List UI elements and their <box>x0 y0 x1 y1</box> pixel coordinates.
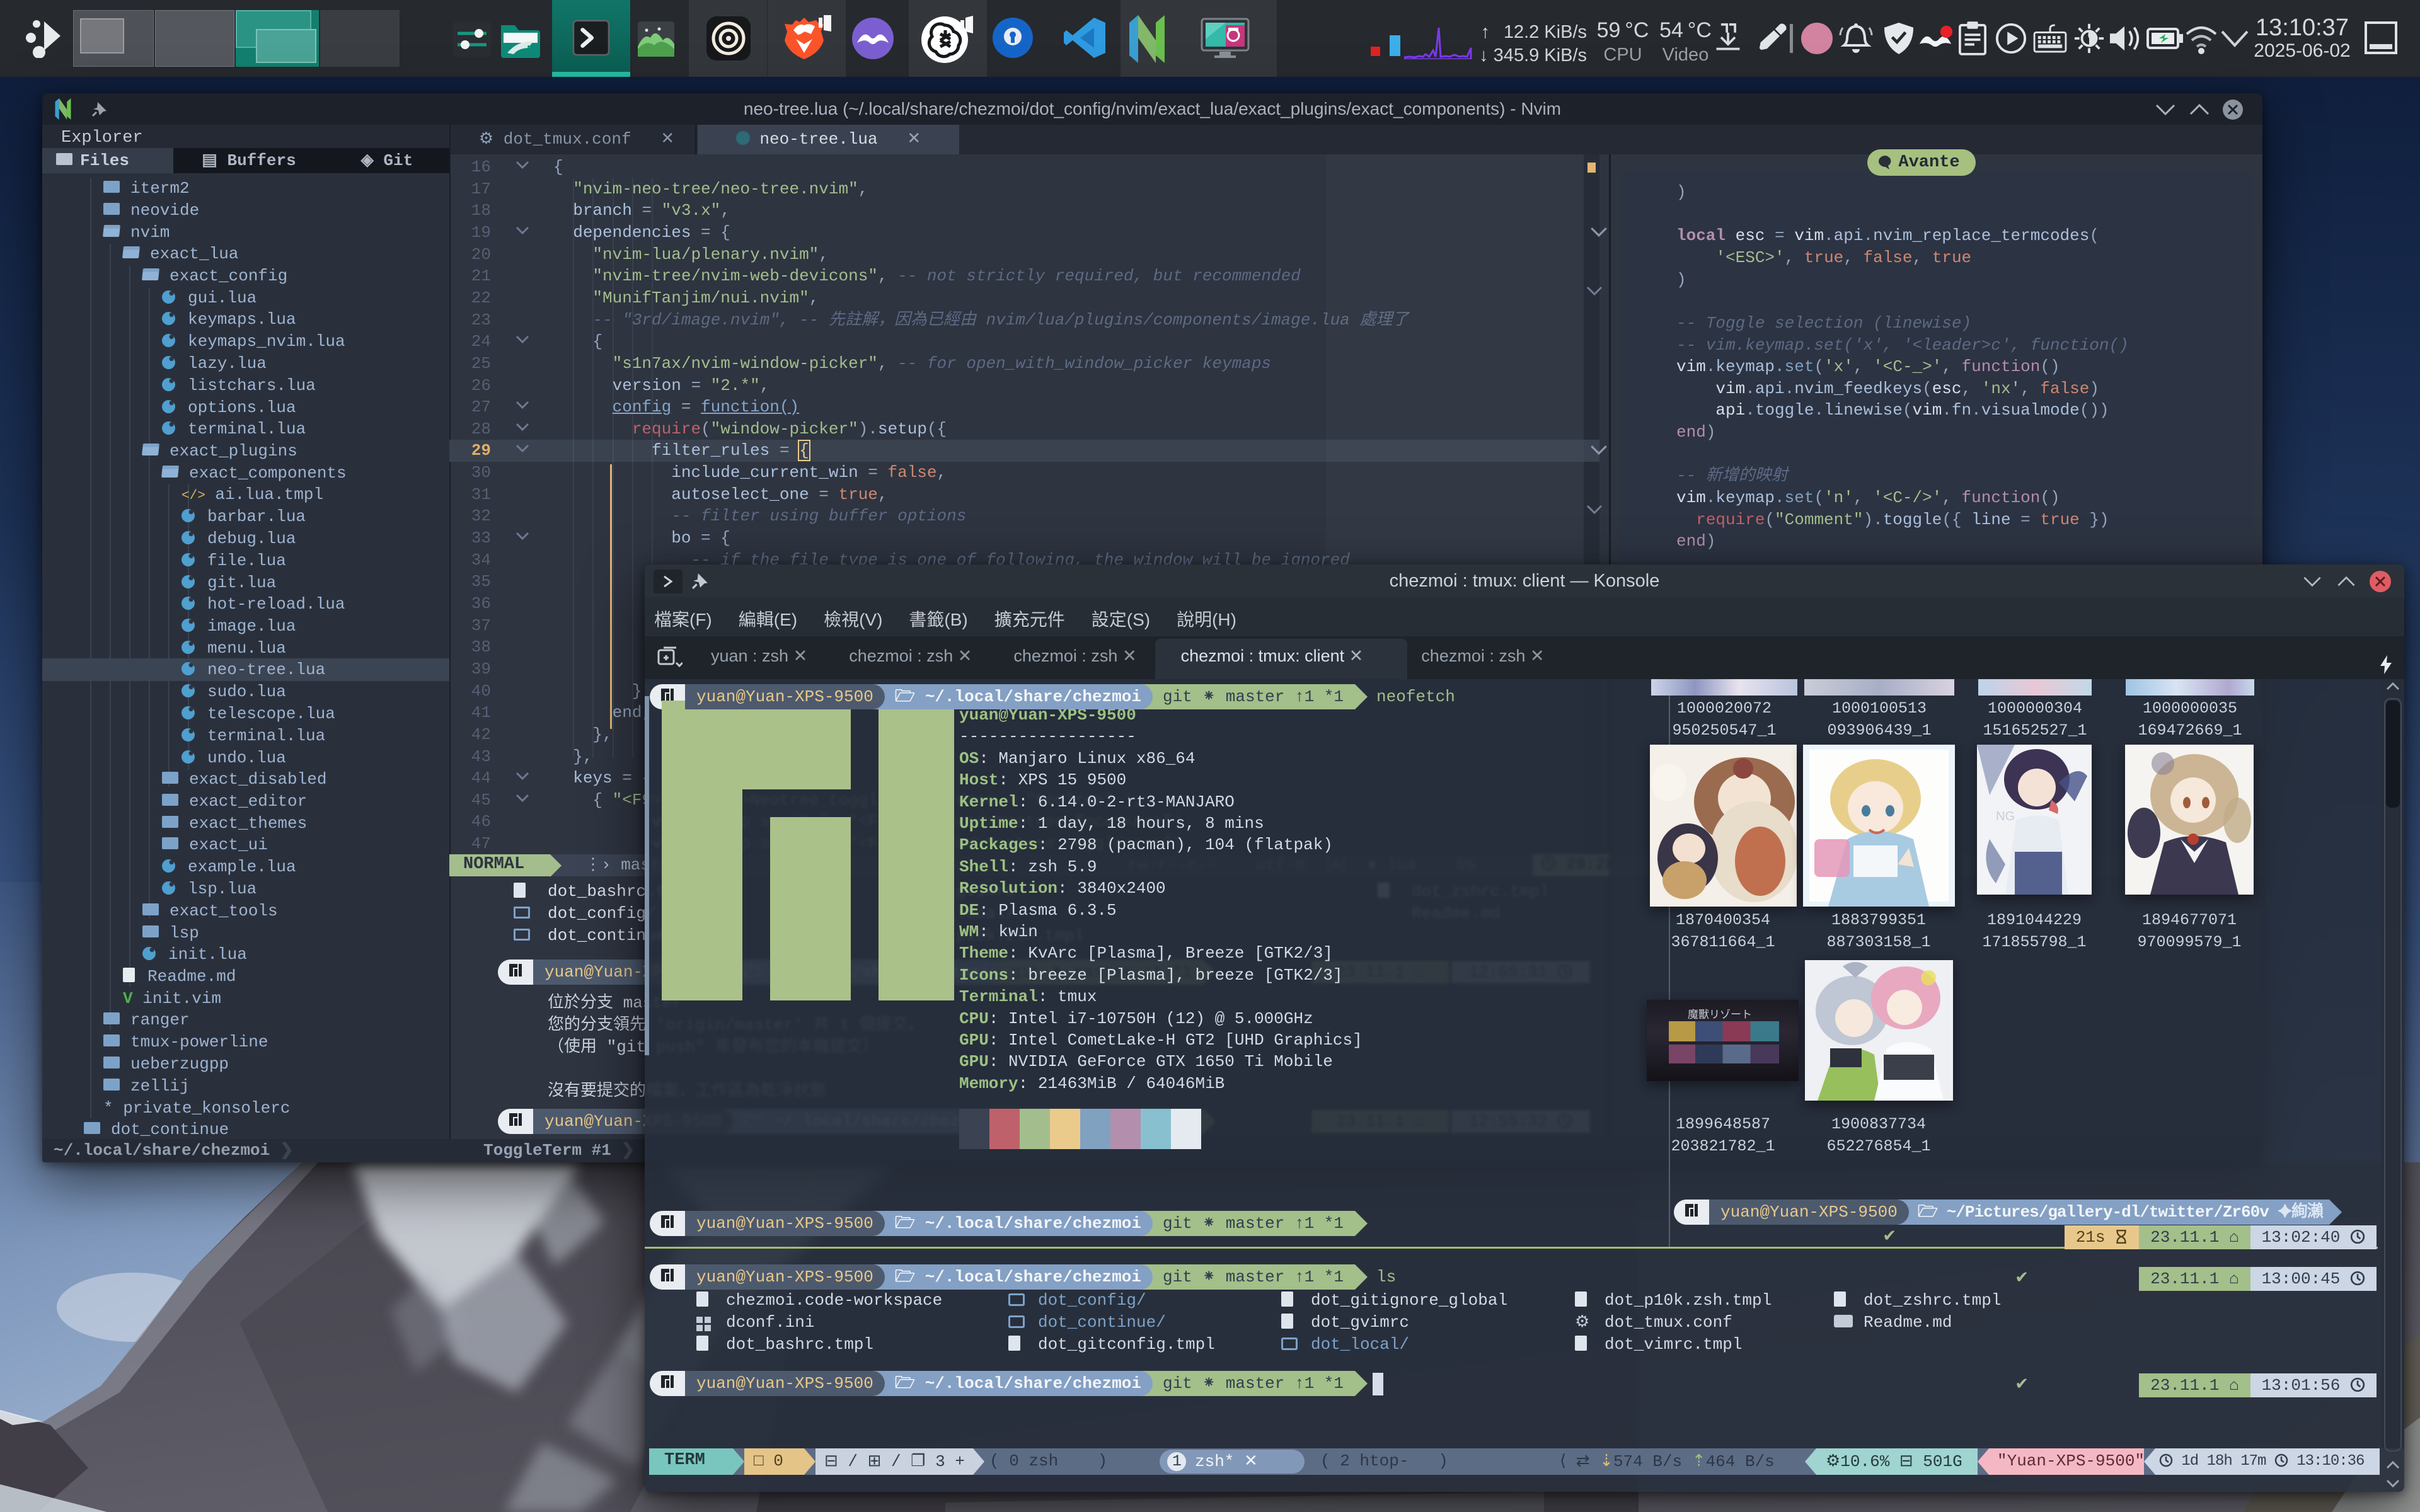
svg-text:NG: NG <box>1996 810 2015 823</box>
